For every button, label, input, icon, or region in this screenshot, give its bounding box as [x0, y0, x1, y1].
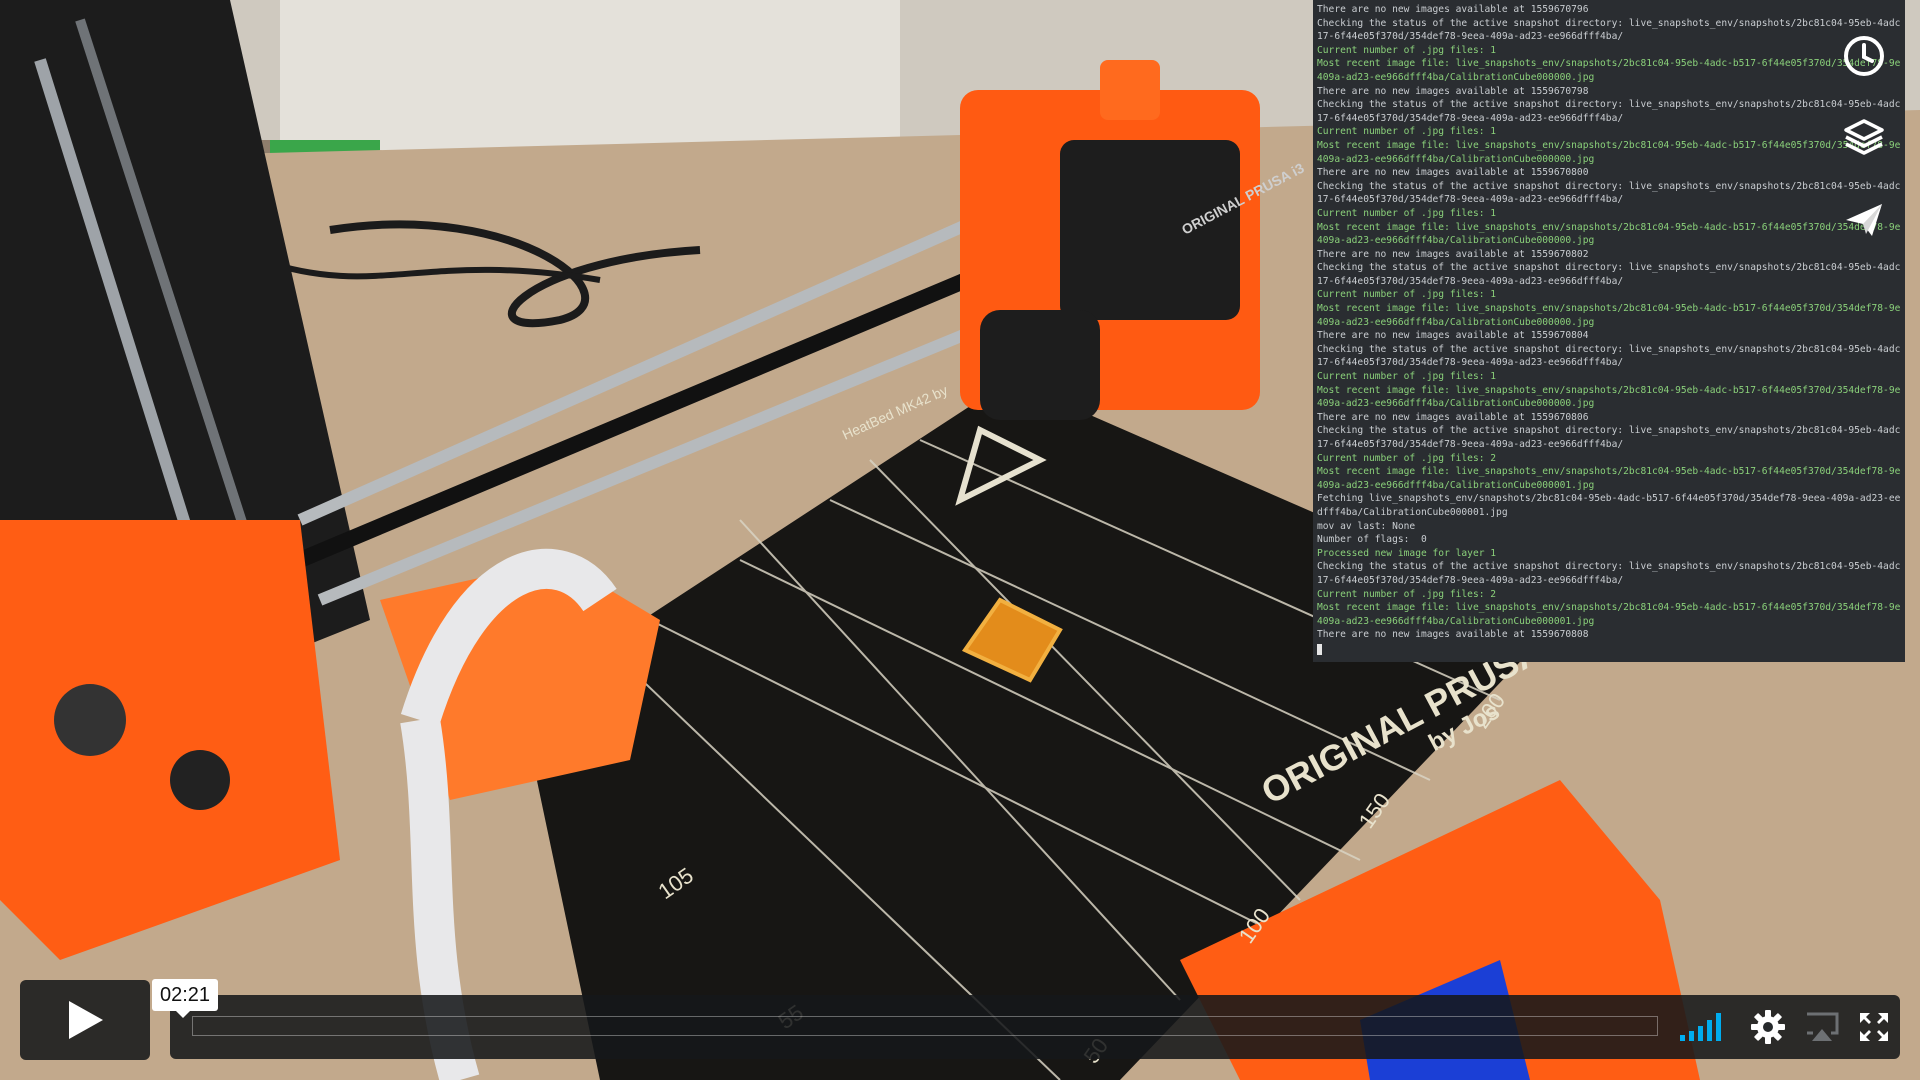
collections-button[interactable]: [1836, 110, 1892, 166]
terminal-line: 17-6f44e05f370d/354def78-9eea-409a-ad23-…: [1317, 275, 1624, 287]
terminal-line: Current number of .jpg files: 1: [1317, 371, 1497, 383]
terminal-line: Checking the status of the active snapsh…: [1317, 343, 1901, 355]
airplay-icon[interactable]: [1804, 1011, 1840, 1043]
layers-icon: [1844, 119, 1884, 155]
terminal-line: 409a-ad23-ee966dfff4ba/CalibrationCube00…: [1317, 71, 1595, 83]
terminal-line: 409a-ad23-ee966dfff4ba/CalibrationCube00…: [1317, 479, 1595, 491]
terminal-output: There are no new images available at 155…: [1317, 3, 1901, 642]
clock-icon: [1844, 36, 1884, 76]
terminal-line: There are no new images available at 155…: [1317, 4, 1589, 15]
terminal-overlay: There are no new images available at 155…: [1313, 0, 1905, 662]
terminal-line: 17-6f44e05f370d/354def78-9eea-409a-ad23-…: [1317, 357, 1624, 369]
play-button[interactable]: [20, 980, 150, 1060]
terminal-line: 409a-ad23-ee966dfff4ba/CalibrationCube00…: [1317, 235, 1595, 247]
terminal-line: Checking the status of the active snapsh…: [1317, 99, 1901, 111]
terminal-line: Processed new image for layer 1: [1317, 547, 1497, 559]
terminal-line: Current number of .jpg files: 2: [1317, 452, 1497, 464]
terminal-cursor: [1317, 643, 1322, 655]
volume-bars-icon[interactable]: [1678, 1009, 1728, 1043]
terminal-line: Current number of .jpg files: 1: [1317, 44, 1497, 56]
terminal-line: Current number of .jpg files: 1: [1317, 289, 1497, 301]
share-button[interactable]: [1836, 192, 1892, 248]
terminal-line: Checking the status of the active snapsh…: [1317, 561, 1901, 573]
terminal-line: There are no new images available at 155…: [1317, 85, 1589, 97]
terminal-line: There are no new images available at 155…: [1317, 629, 1589, 641]
terminal-line: 17-6f44e05f370d/354def78-9eea-409a-ad23-…: [1317, 439, 1624, 450]
terminal-line: 17-6f44e05f370d/354def78-9eea-409a-ad23-…: [1317, 194, 1624, 206]
terminal-line: 17-6f44e05f370d/354def78-9eea-409a-ad23-…: [1317, 112, 1624, 124]
play-icon: [69, 1001, 103, 1039]
terminal-line: 409a-ad23-ee966dfff4ba/CalibrationCube00…: [1317, 153, 1595, 165]
terminal-line: Number of flags: 0: [1317, 534, 1427, 546]
control-bar: [170, 995, 1900, 1059]
terminal-line: 17-6f44e05f370d/354def78-9eea-409a-ad23-…: [1317, 574, 1624, 586]
terminal-line: There are no new images available at 155…: [1317, 248, 1589, 260]
terminal-line: Checking the status of the active snapsh…: [1317, 180, 1901, 192]
terminal-line: There are no new images available at 155…: [1317, 330, 1589, 342]
terminal-line: Most recent image file: live_snapshots_e…: [1317, 139, 1901, 151]
terminal-line: 17-6f44e05f370d/354def78-9eea-409a-ad23-…: [1317, 31, 1624, 43]
terminal-line: mov av last: None: [1317, 520, 1416, 532]
watch-later-button[interactable]: [1836, 28, 1892, 84]
paper-plane-icon: [1846, 204, 1882, 236]
gear-icon[interactable]: [1750, 1009, 1786, 1045]
terminal-line: There are no new images available at 155…: [1317, 167, 1589, 179]
terminal-line: Current number of .jpg files: 1: [1317, 126, 1497, 138]
terminal-line: Checking the status of the active snapsh…: [1317, 425, 1901, 437]
terminal-line: Most recent image file: live_snapshots_e…: [1317, 221, 1901, 233]
terminal-line: 409a-ad23-ee966dfff4ba/CalibrationCube00…: [1317, 316, 1595, 328]
terminal-line: Checking the status of the active snapsh…: [1317, 17, 1901, 29]
terminal-line: dfff4ba/CalibrationCube000001.jpg: [1317, 506, 1508, 518]
terminal-line: Most recent image file: live_snapshots_e…: [1317, 602, 1901, 614]
progress-bar[interactable]: [192, 1016, 1658, 1036]
terminal-line: Fetching live_snapshots_env/snapshots/2b…: [1317, 493, 1901, 505]
terminal-line: 409a-ad23-ee966dfff4ba/CalibrationCube00…: [1317, 398, 1595, 410]
terminal-line: Current number of .jpg files: 1: [1317, 207, 1497, 219]
terminal-line: Checking the status of the active snapsh…: [1317, 262, 1901, 274]
time-tooltip: 02:21: [152, 979, 219, 1018]
terminal-line: Current number of .jpg files: 2: [1317, 588, 1497, 600]
terminal-line: Most recent image file: live_snapshots_e…: [1317, 303, 1901, 315]
terminal-line: Most recent image file: live_snapshots_e…: [1317, 466, 1901, 478]
fullscreen-icon[interactable]: [1858, 1011, 1890, 1043]
terminal-line: There are no new images available at 155…: [1317, 411, 1589, 423]
terminal-line: 409a-ad23-ee966dfff4ba/CalibrationCube00…: [1317, 615, 1595, 627]
terminal-line: Most recent image file: live_snapshots_e…: [1317, 384, 1901, 396]
terminal-line: Most recent image file: live_snapshots_e…: [1317, 58, 1901, 70]
